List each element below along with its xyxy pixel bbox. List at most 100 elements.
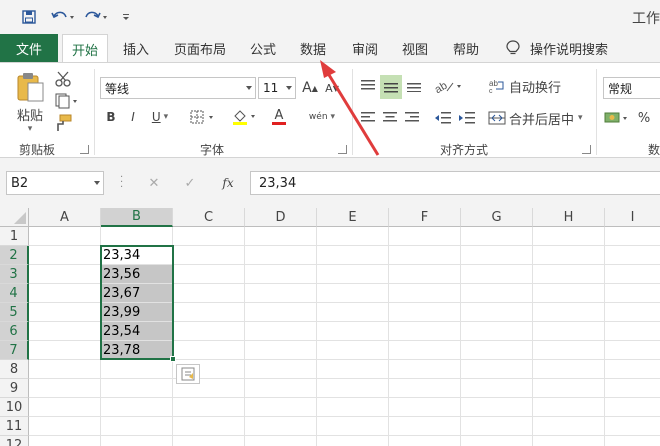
tell-me-label: 操作说明搜索 <box>530 42 609 58</box>
clipboard-dialog-launcher[interactable] <box>80 145 89 154</box>
row-header-12[interactable]: 12 <box>0 436 29 446</box>
align-center-button[interactable] <box>380 107 400 129</box>
row-header-8[interactable]: 8 <box>0 360 29 379</box>
row-header-10[interactable]: 10 <box>0 398 29 417</box>
paste-dropdown-icon: ▾ <box>27 123 33 134</box>
lightbulb-icon <box>506 40 520 55</box>
format-painter-icon[interactable] <box>52 113 74 133</box>
alignment-dialog-launcher[interactable] <box>582 145 591 154</box>
fill-handle[interactable] <box>170 356 176 362</box>
row-header-6[interactable]: 6 <box>0 322 29 341</box>
font-color-glyph: A <box>274 108 284 123</box>
cancel-button[interactable]: ✕ <box>140 171 168 195</box>
row-header-3[interactable]: 3 <box>0 265 29 284</box>
font-group-label: 字体 <box>200 143 225 157</box>
customize-quick-access-icon[interactable] <box>120 8 132 26</box>
increase-font-size-button[interactable]: A ▲ <box>302 77 318 99</box>
orientation-button[interactable]: ab <box>432 75 464 97</box>
fill-color-icon <box>233 110 255 125</box>
svg-text:ab: ab <box>489 79 498 88</box>
tab-formulas[interactable]: 公式 <box>250 34 276 62</box>
save-icon[interactable] <box>20 8 38 26</box>
align-right-button[interactable] <box>402 107 422 129</box>
phonetic-guide-button[interactable]: wén ▾ <box>306 107 338 127</box>
name-box[interactable]: B2 <box>6 171 104 195</box>
increase-indent-button[interactable] <box>456 107 478 129</box>
wrap-text-button[interactable]: ab c 自动换行 <box>488 75 572 97</box>
column-header-d[interactable]: D <box>245 208 317 227</box>
column-header-e[interactable]: E <box>317 208 389 227</box>
fill-color-button[interactable] <box>230 107 260 127</box>
column-header-b[interactable]: B <box>101 208 173 227</box>
column-header-a[interactable]: A <box>29 208 101 227</box>
redo-icon[interactable] <box>84 8 110 26</box>
borders-button[interactable] <box>188 107 218 127</box>
decrease-font-size-button[interactable]: A ▼ <box>324 77 340 99</box>
quick-analysis-icon <box>181 367 195 381</box>
align-left-button[interactable] <box>358 107 378 129</box>
column-header-h[interactable]: H <box>533 208 605 227</box>
title-bar: 工作 <box>0 0 660 34</box>
row-header-1[interactable]: 1 <box>0 227 29 246</box>
quick-analysis-button[interactable] <box>176 364 200 384</box>
paste-label: 粘贴 <box>16 108 43 124</box>
merge-center-icon <box>488 111 506 125</box>
decrease-indent-button[interactable] <box>432 107 454 129</box>
ribbon-tabs: 文件 开始 插入 页面布局 公式 数据 审阅 视图 帮助 操作说明搜索 <box>0 34 660 63</box>
clipboard-icon <box>17 72 44 101</box>
paste-button[interactable]: 粘贴 ▾ <box>12 69 48 135</box>
font-color-button[interactable]: A <box>264 107 294 127</box>
column-header-i[interactable]: I <box>605 208 660 227</box>
enter-button[interactable]: ✓ <box>176 171 204 195</box>
align-top-button[interactable] <box>358 75 378 97</box>
tab-help[interactable]: 帮助 <box>453 34 479 62</box>
font-name-value: 等线 <box>105 81 130 96</box>
select-all-corner[interactable] <box>0 208 29 227</box>
cut-icon[interactable] <box>52 69 74 89</box>
accounting-format-button[interactable] <box>603 107 631 129</box>
tell-me-search[interactable]: 操作说明搜索 <box>506 34 608 62</box>
tab-review[interactable]: 审阅 <box>352 34 378 62</box>
number-format-value: 常规 <box>608 81 633 96</box>
tab-insert[interactable]: 插入 <box>123 34 149 62</box>
window-title: 工作 <box>632 11 660 27</box>
worksheet-grid[interactable]: A B C D E F G H I 1 2 3 4 5 6 7 8 9 10 1… <box>0 208 660 446</box>
percent-style-button[interactable]: % <box>636 107 652 129</box>
column-header-g[interactable]: G <box>461 208 533 227</box>
svg-text:c: c <box>489 88 493 94</box>
row-header-4[interactable]: 4 <box>0 284 29 303</box>
tab-file[interactable]: 文件 <box>0 34 58 62</box>
undo-icon[interactable] <box>50 8 76 26</box>
bold-button[interactable]: B <box>102 107 120 127</box>
formula-input[interactable]: 23,34 <box>250 171 660 195</box>
align-middle-button[interactable] <box>380 75 402 99</box>
insert-function-button[interactable]: fx <box>214 171 242 195</box>
wrap-text-label: 自动换行 <box>509 80 562 96</box>
tab-data[interactable]: 数据 <box>300 34 326 62</box>
number-group-label: 数 <box>648 143 660 157</box>
ribbon: 粘贴 ▾ 剪贴板 等线 11 A ▲ A ▼ B I U ▾ A wén ▾ 字体 <box>0 62 660 158</box>
copy-icon[interactable] <box>52 91 80 111</box>
font-name-dropdown[interactable]: 等线 <box>100 77 256 99</box>
column-header-c[interactable]: C <box>173 208 245 227</box>
font-dialog-launcher[interactable] <box>338 145 347 154</box>
align-bottom-button[interactable] <box>404 75 424 97</box>
row-header-7[interactable]: 7 <box>0 341 29 360</box>
tab-page-layout[interactable]: 页面布局 <box>174 34 226 62</box>
tab-view[interactable]: 视图 <box>402 34 428 62</box>
number-format-dropdown[interactable]: 常规 <box>603 77 660 99</box>
row-header-5[interactable]: 5 <box>0 303 29 322</box>
formula-value: 23,34 <box>259 175 297 191</box>
font-size-dropdown[interactable]: 11 <box>258 77 296 99</box>
tab-home[interactable]: 开始 <box>62 34 109 63</box>
svg-text:ab: ab <box>433 80 449 94</box>
row-header-2[interactable]: 2 <box>0 246 29 265</box>
formula-bar-grip[interactable]: · · · <box>120 173 123 193</box>
wrap-text-icon: abc <box>489 79 504 94</box>
underline-button[interactable]: U ▾ <box>146 107 174 127</box>
row-header-9[interactable]: 9 <box>0 379 29 398</box>
italic-button[interactable]: I <box>124 107 142 127</box>
column-header-f[interactable]: F <box>389 208 461 227</box>
row-header-11[interactable]: 11 <box>0 417 29 436</box>
merge-center-button[interactable]: 合并后居中 ▾ <box>488 107 588 129</box>
